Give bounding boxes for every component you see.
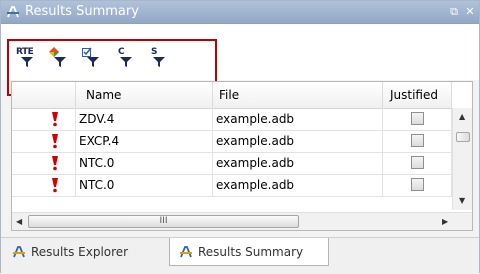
justified-checkbox[interactable] — [411, 134, 424, 147]
horizontal-scrollbar[interactable]: ◀ III ▶ — [12, 212, 472, 230]
column-header-name[interactable]: Name — [76, 82, 213, 108]
file-cell: example.adb — [213, 108, 383, 130]
scroll-up-icon[interactable]: ▲ — [459, 112, 465, 121]
justified-cell — [383, 108, 452, 130]
results-summary-panel: Results Summary ⧉ ✕ RTE C S Name File Ju… — [0, 0, 480, 274]
scroll-left-icon[interactable]: ◀ — [16, 217, 22, 226]
table-row[interactable]: EXCP.4 example.adb — [12, 130, 452, 153]
table-row[interactable]: ZDV.4 example.adb — [12, 108, 452, 131]
name-cell: EXCP.4 — [76, 130, 213, 152]
results-summary-icon — [7, 6, 19, 18]
justified-checkbox[interactable] — [411, 178, 424, 191]
results-summary-icon — [180, 246, 192, 258]
file-cell: example.adb — [213, 130, 383, 152]
vertical-scrollbar[interactable]: ▲ ▼ — [452, 108, 472, 210]
error-marker-icon — [52, 112, 58, 127]
column-header-file[interactable]: File — [213, 82, 383, 108]
status-cell — [12, 130, 76, 152]
justified-checkbox[interactable] — [411, 112, 424, 125]
status-cell — [12, 152, 76, 174]
scroll-down-icon[interactable]: ▼ — [459, 196, 465, 205]
results-explorer-icon — [13, 246, 25, 258]
tab-results-explorer[interactable]: Results Explorer — [3, 238, 167, 266]
name-cell: NTC.0 — [76, 174, 213, 196]
horizontal-scroll-thumb[interactable]: III — [28, 215, 299, 228]
justified-cell — [383, 130, 452, 152]
file-cell: example.adb — [213, 152, 383, 174]
error-marker-icon — [52, 156, 58, 171]
panel-title: Results Summary — [25, 4, 139, 19]
column-header-justified[interactable]: Justified — [383, 82, 452, 108]
table-row[interactable]: NTC.0 example.adb — [12, 174, 452, 197]
tab-results-summary[interactable]: Results Summary — [169, 238, 329, 266]
justified-cell — [383, 174, 452, 196]
tab-label: Results Explorer — [31, 245, 129, 259]
justified-checkbox[interactable] — [411, 156, 424, 169]
close-icon[interactable]: ✕ — [463, 5, 477, 19]
name-cell: ZDV.4 — [76, 108, 213, 130]
scroll-right-icon[interactable]: ▶ — [442, 217, 448, 226]
status-cell — [12, 174, 76, 196]
view-tabs: Results Explorer Results Summary — [1, 237, 479, 274]
error-marker-icon — [52, 134, 58, 149]
tab-label: Results Summary — [198, 245, 304, 259]
table-header: Name File Justified — [12, 82, 452, 109]
name-cell: NTC.0 — [76, 152, 213, 174]
justified-cell — [383, 152, 452, 174]
vertical-scroll-thumb[interactable] — [456, 132, 470, 142]
status-cell — [12, 108, 76, 130]
file-cell: example.adb — [213, 174, 383, 196]
results-table: Name File Justified ZDV.4 example.adb EX… — [11, 81, 473, 231]
column-header-status[interactable] — [12, 82, 76, 108]
table-row[interactable]: NTC.0 example.adb — [12, 152, 452, 175]
error-marker-icon — [52, 178, 58, 193]
title-bar: Results Summary ⧉ ✕ — [1, 1, 479, 24]
restore-icon[interactable]: ⧉ — [447, 5, 461, 19]
